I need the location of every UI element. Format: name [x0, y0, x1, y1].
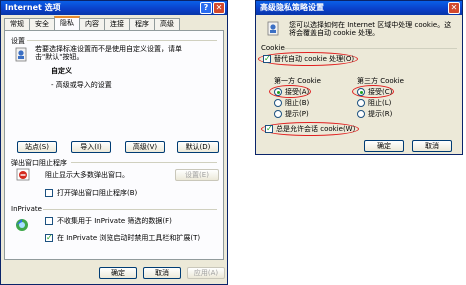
inprivate-divider [43, 209, 217, 210]
default-button[interactable]: 默认(D) [177, 141, 219, 153]
first-party-prompt-radio[interactable] [274, 110, 282, 118]
privacy-panel: 设置 若要选择标准设置而不是使用自定义设置，请单 击"默认"按钮。 自定义 - … [4, 30, 224, 260]
privacy-level-name: 自定义 [51, 67, 72, 75]
popup-divider [71, 162, 217, 163]
internet-options-window: Internet 选项 ? ✕ 常规 安全 隐私 内容 连接 程序 高级 设置 … [0, 0, 228, 285]
first-party-block-label: 阻止(B) [285, 99, 310, 107]
window-title: Internet 选项 [5, 3, 61, 12]
settings-divider [27, 40, 217, 41]
cancel-button[interactable]: 取消 [143, 267, 181, 279]
internet-options-titlebar: Internet 选项 ? ✕ [1, 1, 227, 15]
apply-button[interactable]: 应用(A) [187, 267, 225, 279]
first-party-block-radio[interactable] [274, 99, 282, 107]
description-line2: 将会覆盖自动 cookie 处理。 [289, 29, 380, 37]
cookie-group-label: Cookie [261, 44, 285, 52]
tab-connections[interactable]: 连接 [104, 18, 130, 30]
inprivate-disable-toolbars-checkbox[interactable] [45, 233, 53, 242]
always-allow-session-cookie-label: 总是允许会话 cookie(W) [276, 125, 356, 133]
tab-general[interactable]: 常规 [4, 18, 30, 30]
third-party-prompt-radio[interactable] [357, 110, 365, 118]
third-party-block-label: 阻止(L) [368, 99, 392, 107]
third-party-accept-label: 接受(C) [368, 88, 393, 96]
popup-blocker-checkbox-label: 打开弹出窗口阻止程序(B) [57, 189, 138, 197]
close-button[interactable]: ✕ [448, 2, 460, 14]
tab-programs[interactable]: 程序 [129, 18, 155, 30]
privacy-settings-icon [15, 47, 27, 62]
tab-strip: 常规 安全 隐私 内容 连接 程序 高级 [4, 16, 180, 30]
sites-button[interactable]: 站点(S) [17, 141, 57, 153]
help-button[interactable]: ? [200, 2, 212, 14]
ok-button[interactable]: 确定 [364, 140, 404, 152]
tab-advanced[interactable]: 高级 [154, 18, 180, 30]
privacy-settings-icon [267, 21, 279, 36]
popup-settings-button[interactable]: 设置(E) [175, 169, 219, 181]
import-button[interactable]: 导入(I) [71, 141, 111, 153]
close-button[interactable]: ✕ [213, 2, 225, 14]
settings-group-label: 设置 [11, 37, 25, 45]
third-party-prompt-label: 提示(R) [368, 110, 393, 118]
tab-privacy[interactable]: 隐私 [54, 16, 80, 30]
settings-desc-line2: 击"默认"按钮。 [35, 53, 84, 61]
privacy-level-desc: - 高级或导入的设置 [51, 81, 112, 89]
ok-button[interactable]: 确定 [99, 267, 137, 279]
first-party-accept-radio[interactable] [274, 88, 282, 96]
third-party-accept-radio[interactable] [357, 88, 365, 96]
window-title: 高级隐私策略设置 [260, 3, 324, 12]
tab-security[interactable]: 安全 [29, 18, 55, 30]
advanced-privacy-titlebar: 高级隐私策略设置 ✕ [256, 1, 462, 15]
advanced-privacy-settings-window: 高级隐私策略设置 ✕ 您可以选择如何在 Internet 区域中处理 cooki… [255, 0, 463, 155]
inprivate-icon [16, 219, 28, 231]
popup-blocker-icon [16, 168, 30, 181]
always-allow-session-cookie-checkbox[interactable] [265, 124, 273, 133]
override-automatic-cookie-label: 替代自动 cookie 处理(O) [274, 55, 355, 63]
third-party-block-radio[interactable] [357, 99, 365, 107]
popup-blocker-checkbox[interactable] [45, 189, 53, 197]
first-party-accept-label: 接受(A) [285, 88, 310, 96]
cancel-button[interactable]: 取消 [412, 140, 452, 152]
inprivate-filter-checkbox[interactable] [45, 217, 53, 225]
tab-content[interactable]: 内容 [79, 18, 105, 30]
inprivate-group-label: InPrivate [11, 205, 42, 213]
inprivate-filter-label: 不收集用于 InPrivate 筛选的数据(F) [57, 217, 172, 225]
override-automatic-cookie-checkbox[interactable] [263, 54, 271, 63]
cookie-divider [283, 48, 457, 49]
first-party-prompt-label: 提示(P) [285, 110, 309, 118]
advanced-button[interactable]: 高级(V) [125, 141, 165, 153]
inprivate-disable-toolbars-label: 在 InPrivate 浏览启动时禁用工具栏和扩展(T) [57, 234, 201, 242]
popup-desc: 阻止显示大多数弹出窗口。 [45, 171, 129, 179]
popup-group-label: 弹出窗口阻止程序 [11, 159, 67, 167]
